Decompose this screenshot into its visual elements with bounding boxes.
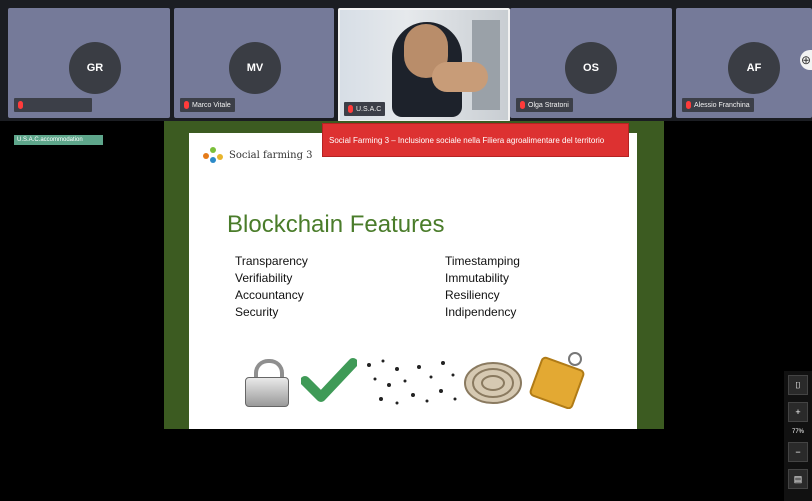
checkmark-icon <box>301 358 357 402</box>
participant-namebar: Olga Stratoni <box>516 98 573 112</box>
mic-muted-icon <box>348 105 353 113</box>
feature-item: Security <box>235 305 279 319</box>
participant-namebar: Marco Vitale <box>180 98 235 112</box>
participant-namebar: U.S.A.C <box>344 102 386 116</box>
avatar: GR <box>69 42 121 94</box>
participant-tile-os[interactable]: OS Olga Stratoni <box>510 8 672 118</box>
mic-muted-icon <box>18 101 23 109</box>
camera-icon[interactable]: ⌷ <box>788 375 808 395</box>
features-right: Timestamping Immutability Resiliency Ind… <box>445 253 520 321</box>
participant-strip: GR MV Marco Vitale U.S.A.C OS Olga Strat… <box>0 0 812 122</box>
avatar: MV <box>229 42 281 94</box>
feature-item: Indipendency <box>445 305 517 319</box>
gold-tag-icon <box>529 352 585 409</box>
screen-share-frame: Social farming 3 Blockchain Features Tra… <box>164 121 664 429</box>
network-dots-icon <box>367 359 457 405</box>
main-stage: U.S.A.C.accommodation Social farming 3 B… <box>0 121 812 501</box>
mic-muted-icon <box>520 101 525 109</box>
participant-tile-video[interactable]: U.S.A.C <box>338 8 510 122</box>
participant-name: Olga Stratoni <box>528 101 569 109</box>
slide-logo: Social farming 3 <box>203 147 313 163</box>
participant-tile-af[interactable]: AF Alessio Franchina <box>676 8 812 118</box>
zoom-toolbar: ⌷ + 77% − ▤ <box>784 371 812 501</box>
doc-icon[interactable]: ▤ <box>788 469 808 489</box>
presentation-slide: Social farming 3 Blockchain Features Tra… <box>189 133 637 429</box>
feature-item: Timestamping <box>445 254 520 268</box>
participant-name: Marco Vitale <box>192 101 231 109</box>
feature-item: Resiliency <box>445 288 500 302</box>
participant-namebar <box>14 98 92 112</box>
padlock-icon <box>245 359 289 407</box>
features-left: Transparency Verifiability Accountancy S… <box>235 253 308 321</box>
feature-item: Immutability <box>445 271 510 285</box>
zoom-level: 77% <box>791 429 804 435</box>
coiled-rope-icon <box>464 362 522 404</box>
zoom-in-button[interactable]: + <box>788 402 808 422</box>
avatar: OS <box>565 42 617 94</box>
feature-item: Verifiability <box>235 271 293 285</box>
participant-name: U.S.A.C <box>356 105 382 113</box>
logo-dots-icon <box>203 147 225 163</box>
mic-muted-icon <box>686 101 691 109</box>
participant-name: Alessio Franchina <box>694 101 750 109</box>
logo-text: Social farming 3 <box>229 149 313 161</box>
zoom-out-button[interactable]: − <box>788 442 808 462</box>
participant-tile-mv[interactable]: MV Marco Vitale <box>174 8 334 118</box>
participant-tile-gr[interactable]: GR <box>8 8 170 118</box>
side-tag[interactable]: U.S.A.C.accommodation <box>14 135 103 145</box>
slide-title: Blockchain Features <box>227 211 445 238</box>
presentation-banner: Social Farming 3 – Inclusione sociale ne… <box>322 123 629 157</box>
participant-namebar: Alessio Franchina <box>682 98 754 112</box>
mic-muted-icon <box>184 101 189 109</box>
avatar: AF <box>728 42 780 94</box>
feature-item: Accountancy <box>235 288 304 302</box>
video-person-hand <box>432 62 488 92</box>
feature-item: Transparency <box>235 254 308 268</box>
